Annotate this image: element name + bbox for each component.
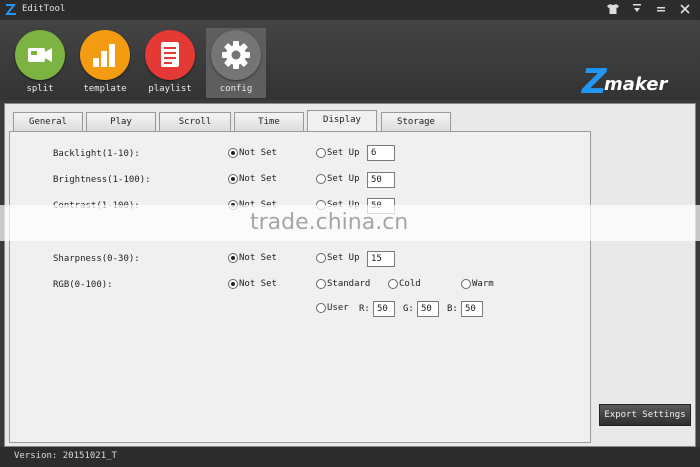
watermark-text: trade.china.cn	[250, 210, 409, 235]
brightness-label: Brightness(1-100):	[53, 175, 151, 185]
tool-split[interactable]: split	[10, 28, 70, 98]
tab-play[interactable]: Play	[86, 112, 156, 132]
sharpness-not-set-radio[interactable]: Not Set	[228, 253, 277, 263]
tab-time[interactable]: Time	[234, 112, 304, 132]
sharpness-label: Sharpness(0-30):	[53, 254, 140, 264]
rgb-warm-radio[interactable]: Warm	[461, 279, 494, 289]
rgb-r-input[interactable]: 50	[373, 301, 395, 317]
skin-icon[interactable]	[601, 0, 625, 18]
tab-scroll[interactable]: Scroll	[159, 112, 231, 132]
tool-label: config	[219, 84, 253, 94]
window-title: EditTool	[22, 4, 66, 14]
bar-chart-icon	[80, 30, 130, 80]
status-bar: Version: 20151021_T	[0, 447, 700, 467]
sharpness-set-up-radio[interactable]: Set Up	[316, 253, 360, 263]
brightness-not-set-radio[interactable]: Not Set	[228, 174, 277, 184]
tab-general[interactable]: General	[13, 112, 83, 132]
backlight-input[interactable]: 6	[367, 145, 395, 161]
rgb-standard-radio[interactable]: Standard	[316, 279, 370, 289]
version-text: Version: 20151021_T	[14, 451, 117, 461]
app-logo-icon	[5, 4, 16, 15]
rgb-r-label: R:	[359, 304, 370, 314]
rgb-b-label: B:	[447, 304, 458, 314]
brightness-input[interactable]: 50	[367, 172, 395, 188]
tool-label: template	[83, 84, 127, 94]
maximize-button[interactable]	[649, 0, 673, 18]
tool-config[interactable]: config	[206, 28, 266, 98]
brand-z: Z	[582, 62, 607, 102]
backlight-label: Backlight(1-10):	[53, 149, 140, 159]
sharpness-input[interactable]: 15	[367, 251, 395, 267]
brand-text: maker	[604, 74, 668, 95]
rgb-cold-radio[interactable]: Cold	[388, 279, 421, 289]
gear-icon	[211, 30, 261, 80]
brightness-set-up-radio[interactable]: Set Up	[316, 174, 360, 184]
toolbar: split template playlist config Z maker	[0, 20, 700, 102]
document-list-icon	[145, 30, 195, 80]
video-camera-icon	[15, 30, 65, 80]
rgb-g-input[interactable]: 50	[417, 301, 439, 317]
backlight-not-set-radio[interactable]: Not Set	[228, 148, 277, 158]
tool-label: playlist	[148, 84, 192, 94]
export-settings-button[interactable]: Export Settings	[599, 404, 691, 426]
rgb-g-label: G:	[403, 304, 414, 314]
tool-playlist[interactable]: playlist	[140, 28, 200, 98]
brand-logo: Z maker	[582, 62, 682, 102]
tool-template[interactable]: template	[75, 28, 135, 98]
rgb-user-radio[interactable]: User	[316, 303, 349, 313]
rgb-not-set-radio[interactable]: Not Set	[228, 279, 277, 289]
main-panel: General Play Scroll Time Display Storage…	[4, 103, 696, 447]
backlight-set-up-radio[interactable]: Set Up	[316, 148, 360, 158]
minimize-button[interactable]	[625, 0, 649, 18]
rgb-label: RGB(0-100):	[53, 280, 113, 290]
close-button[interactable]	[673, 0, 697, 18]
tool-label: split	[26, 84, 54, 94]
watermark-band: trade.china.cn	[0, 205, 700, 241]
rgb-b-input[interactable]: 50	[461, 301, 483, 317]
tab-storage[interactable]: Storage	[381, 112, 451, 132]
tab-display[interactable]: Display	[307, 110, 377, 132]
display-settings-panel: Backlight(1-10): Not Set Set Up 6 Bright…	[9, 131, 591, 443]
title-bar: EditTool	[0, 0, 700, 20]
